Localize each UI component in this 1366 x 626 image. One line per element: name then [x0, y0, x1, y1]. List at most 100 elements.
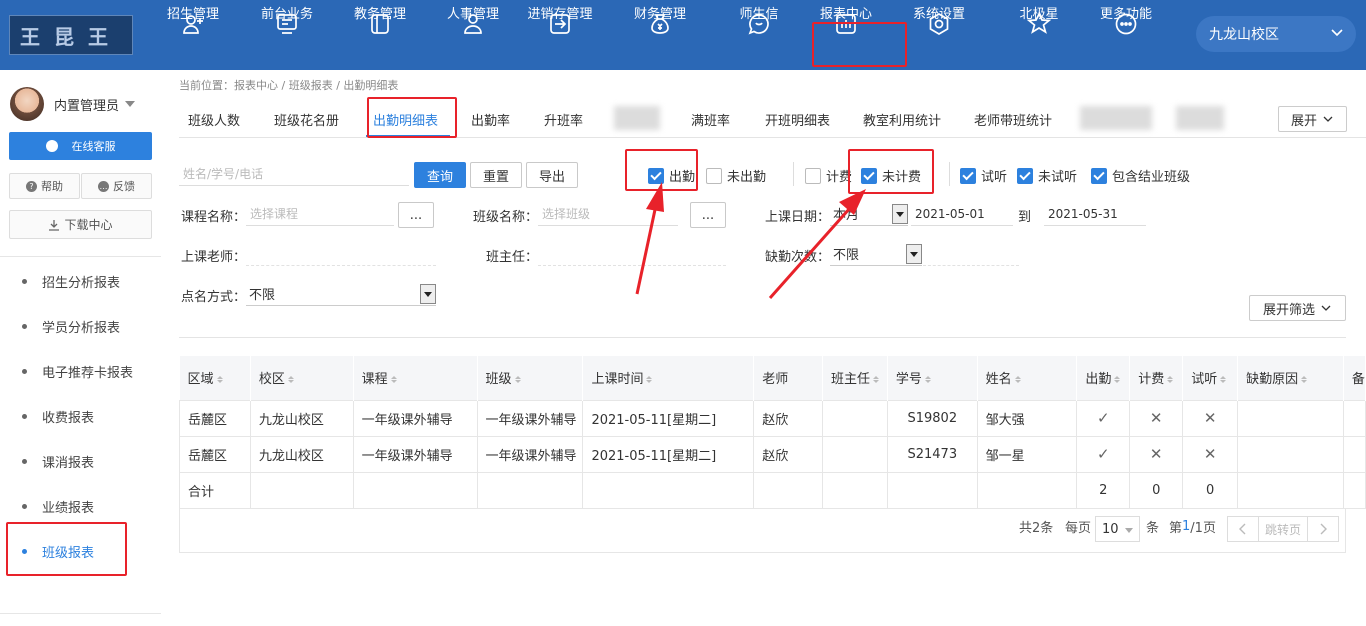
sidebar-item-referral-card[interactable]: 电子推荐卡报表 [0, 349, 161, 394]
checkbox-icon [706, 167, 722, 184]
sidebar-item-fee-report[interactable]: 收费报表 [0, 394, 161, 439]
tab-promotion-rate[interactable]: 升班率 [544, 110, 583, 129]
checkbox-billed[interactable]: 计费 [805, 166, 852, 185]
date-range-select[interactable]: 本月 [830, 202, 908, 226]
sort-icon [873, 376, 879, 383]
checkbox-not-billed[interactable]: 未计费 [861, 166, 921, 185]
column-header-student-id[interactable]: 学号 [887, 356, 978, 400]
nav-hr[interactable]: 人事管理 [447, 0, 499, 70]
feedback-button[interactable]: … 反馈 [81, 173, 152, 199]
column-header-head-teacher[interactable]: 班主任 [822, 356, 888, 400]
cross-icon: ✕ [1182, 435, 1239, 473]
tab-class-roster[interactable]: 班级花名册 [274, 110, 339, 129]
rollcall-label: 点名方式： [181, 290, 247, 305]
class-picker-button[interactable]: ... [690, 202, 726, 228]
query-button[interactable]: 查询 [414, 162, 466, 188]
nav-settings[interactable]: 系统设置 [913, 0, 965, 70]
checkbox-icon [648, 167, 664, 184]
checkbox-non-trial[interactable]: 未试听 [1017, 166, 1077, 185]
redacted-tab [1176, 106, 1224, 130]
column-header-lesson-time[interactable]: 上课时间 [582, 356, 755, 400]
export-button[interactable]: 导出 [526, 162, 578, 188]
column-header-attended[interactable]: 出勤 [1076, 356, 1131, 400]
sidebar-item-performance[interactable]: 业绩报表 [0, 484, 161, 529]
column-header-trial[interactable]: 试听 [1182, 356, 1239, 400]
column-header-course[interactable]: 课程 [353, 356, 478, 400]
chevron-down-icon [1321, 305, 1331, 311]
checkbox-include-finished[interactable]: 包含结业班级 [1091, 166, 1190, 185]
course-input[interactable]: 选择课程 [246, 202, 394, 226]
page-size-select[interactable]: 10 [1095, 516, 1140, 542]
breadcrumb: 当前位置：报表中心 / 班级报表 / 出勤明细表 [179, 79, 399, 92]
sort-icon [217, 376, 223, 383]
pager-unit: 条 [1146, 521, 1160, 536]
nav-finance[interactable]: 财务管理 [634, 0, 686, 70]
column-header-region[interactable]: 区域 [179, 356, 251, 400]
class-input[interactable]: 选择班级 [538, 202, 678, 226]
chevron-down-icon [1331, 29, 1343, 37]
sidebar-item-enrollment-analysis[interactable]: 招生分析报表 [0, 259, 161, 304]
sidebar-item-lesson-consumption[interactable]: 课消报表 [0, 439, 161, 484]
tab-full-class-rate[interactable]: 满班率 [691, 110, 730, 129]
download-center-button[interactable]: 下载中心 [9, 210, 152, 239]
sidebar-item-class-report[interactable]: 班级报表 [0, 529, 161, 574]
checkbox-trial[interactable]: 试听 [960, 166, 1007, 185]
sort-icon [1220, 376, 1226, 383]
teacher-input[interactable] [246, 242, 436, 266]
nav-enrollment[interactable]: 招生管理 [167, 0, 219, 70]
course-label: 课程名称： [181, 210, 247, 225]
nav-polaris[interactable]: 北极星 [1020, 0, 1059, 70]
nav-messages[interactable]: 师生信 [740, 0, 779, 70]
avatar [10, 87, 44, 121]
nav-academic[interactable]: 教务管理 [354, 0, 406, 70]
column-header-billed[interactable]: 计费 [1129, 356, 1184, 400]
online-service-button[interactable]: 在线客服 [9, 132, 152, 160]
head-teacher-input[interactable] [538, 242, 726, 266]
tab-class-size[interactable]: 班级人数 [188, 110, 240, 129]
expand-tabs-button[interactable]: 展开 [1278, 106, 1347, 132]
tab-attendance-rate[interactable]: 出勤率 [471, 110, 510, 129]
nav-inventory[interactable]: 进销存管理 [528, 0, 593, 70]
help-button[interactable]: ? 帮助 [9, 173, 80, 199]
checkbox-absent[interactable]: 未出勤 [706, 166, 766, 185]
brand-logo[interactable]: 王昆王 [9, 15, 133, 55]
top-navigation-bar: 王昆王 招生管理 前台业务 教务管理 人事管理 进销存管理 财务管理 师生信 报… [0, 0, 1366, 70]
reset-button[interactable]: 重置 [470, 162, 522, 188]
checkbox-attended[interactable]: 出勤 [648, 166, 695, 185]
tab-class-opening-detail[interactable]: 开班明细表 [765, 110, 830, 129]
nav-more[interactable]: 更多功能 [1100, 0, 1152, 70]
tab-teacher-classes[interactable]: 老师带班统计 [974, 110, 1052, 129]
prev-page-button[interactable] [1227, 516, 1259, 542]
column-header-class[interactable]: 班级 [477, 356, 584, 400]
tab-classroom-usage[interactable]: 教室利用统计 [863, 110, 941, 129]
absence-count-select[interactable]: 不限 [830, 242, 922, 266]
column-header-name[interactable]: 姓名 [977, 356, 1078, 400]
pager-per-page-label: 每页 [1065, 521, 1092, 536]
date-to-input[interactable]: 2021-05-31 [1044, 202, 1146, 226]
search-input[interactable]: 姓名/学号/电话 [179, 162, 409, 186]
sort-icon [1114, 376, 1120, 383]
date-separator: 到 [1018, 210, 1032, 225]
pager-current: 第 1/1页 [1169, 519, 1216, 536]
column-header-campus[interactable]: 校区 [250, 356, 354, 400]
user-menu[interactable]: 内置管理员 [10, 87, 136, 121]
checkbox-icon [861, 167, 877, 184]
sidebar-item-student-analysis[interactable]: 学员分析报表 [0, 304, 161, 349]
table-total-row: 合计 2 0 0 [179, 471, 1366, 509]
column-header-absence-reason[interactable]: 缺勤原因 [1237, 356, 1344, 400]
course-picker-button[interactable]: ... [398, 202, 434, 228]
jump-page-input[interactable]: 跳转页 [1258, 516, 1308, 542]
next-page-button[interactable] [1307, 516, 1339, 542]
divider [0, 613, 161, 614]
date-label: 上课日期： [765, 210, 831, 225]
nav-front-desk[interactable]: 前台业务 [261, 0, 313, 70]
school-select[interactable]: 九龙山校区 [1196, 16, 1356, 52]
nav-reports[interactable]: 报表中心 [820, 0, 872, 70]
checkbox-icon [805, 167, 821, 184]
date-from-input[interactable]: 2021-05-01 [911, 202, 1013, 226]
rollcall-select[interactable]: 不限 [246, 282, 436, 306]
expand-filter-button[interactable]: 展开筛选 [1249, 295, 1346, 321]
tab-attendance-detail[interactable]: 出勤明细表 [373, 110, 438, 129]
head-teacher-label: 班主任： [486, 250, 539, 265]
divider [0, 256, 161, 257]
